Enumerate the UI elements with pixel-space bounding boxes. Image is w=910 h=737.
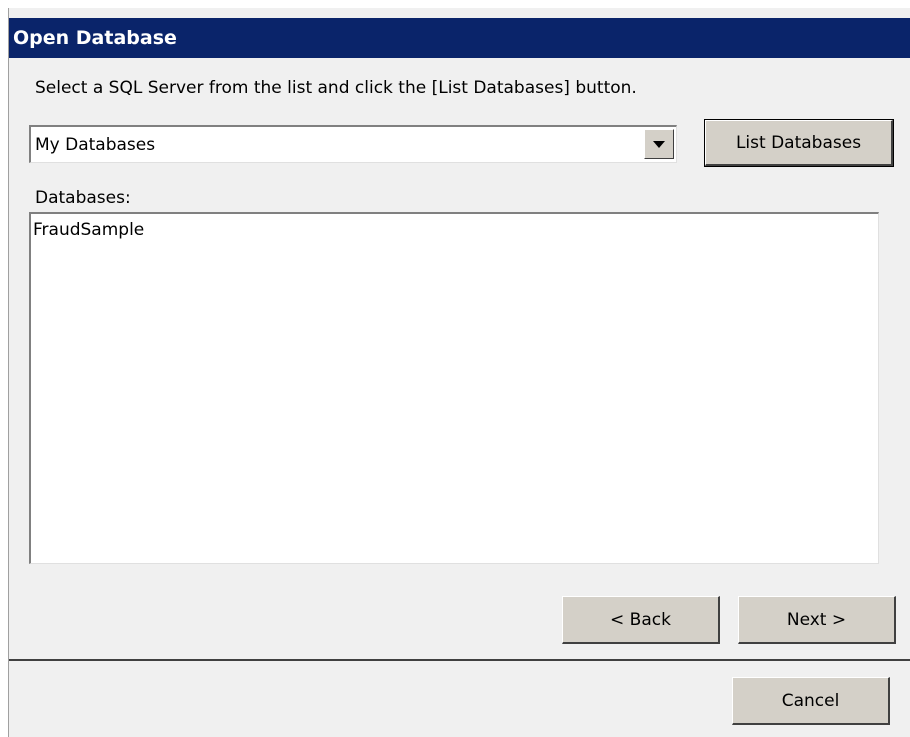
open-database-dialog: Open Database Select a SQL Server from t…	[8, 8, 910, 737]
back-button[interactable]: < Back	[562, 596, 720, 644]
databases-listbox[interactable]: FraudSample	[29, 212, 879, 564]
chevron-down-icon[interactable]	[644, 129, 674, 159]
server-combobox[interactable]: My Databases	[29, 125, 677, 163]
server-combobox-value: My Databases	[35, 135, 156, 155]
dialog-title: Open Database	[9, 18, 910, 58]
databases-label: Databases:	[35, 188, 131, 208]
list-item[interactable]: FraudSample	[31, 214, 878, 244]
list-databases-button[interactable]: List Databases	[704, 119, 894, 167]
instruction-text: Select a SQL Server from the list and cl…	[35, 78, 637, 98]
cancel-button[interactable]: Cancel	[732, 677, 890, 725]
next-button[interactable]: Next >	[738, 596, 896, 644]
footer-divider	[9, 659, 910, 661]
